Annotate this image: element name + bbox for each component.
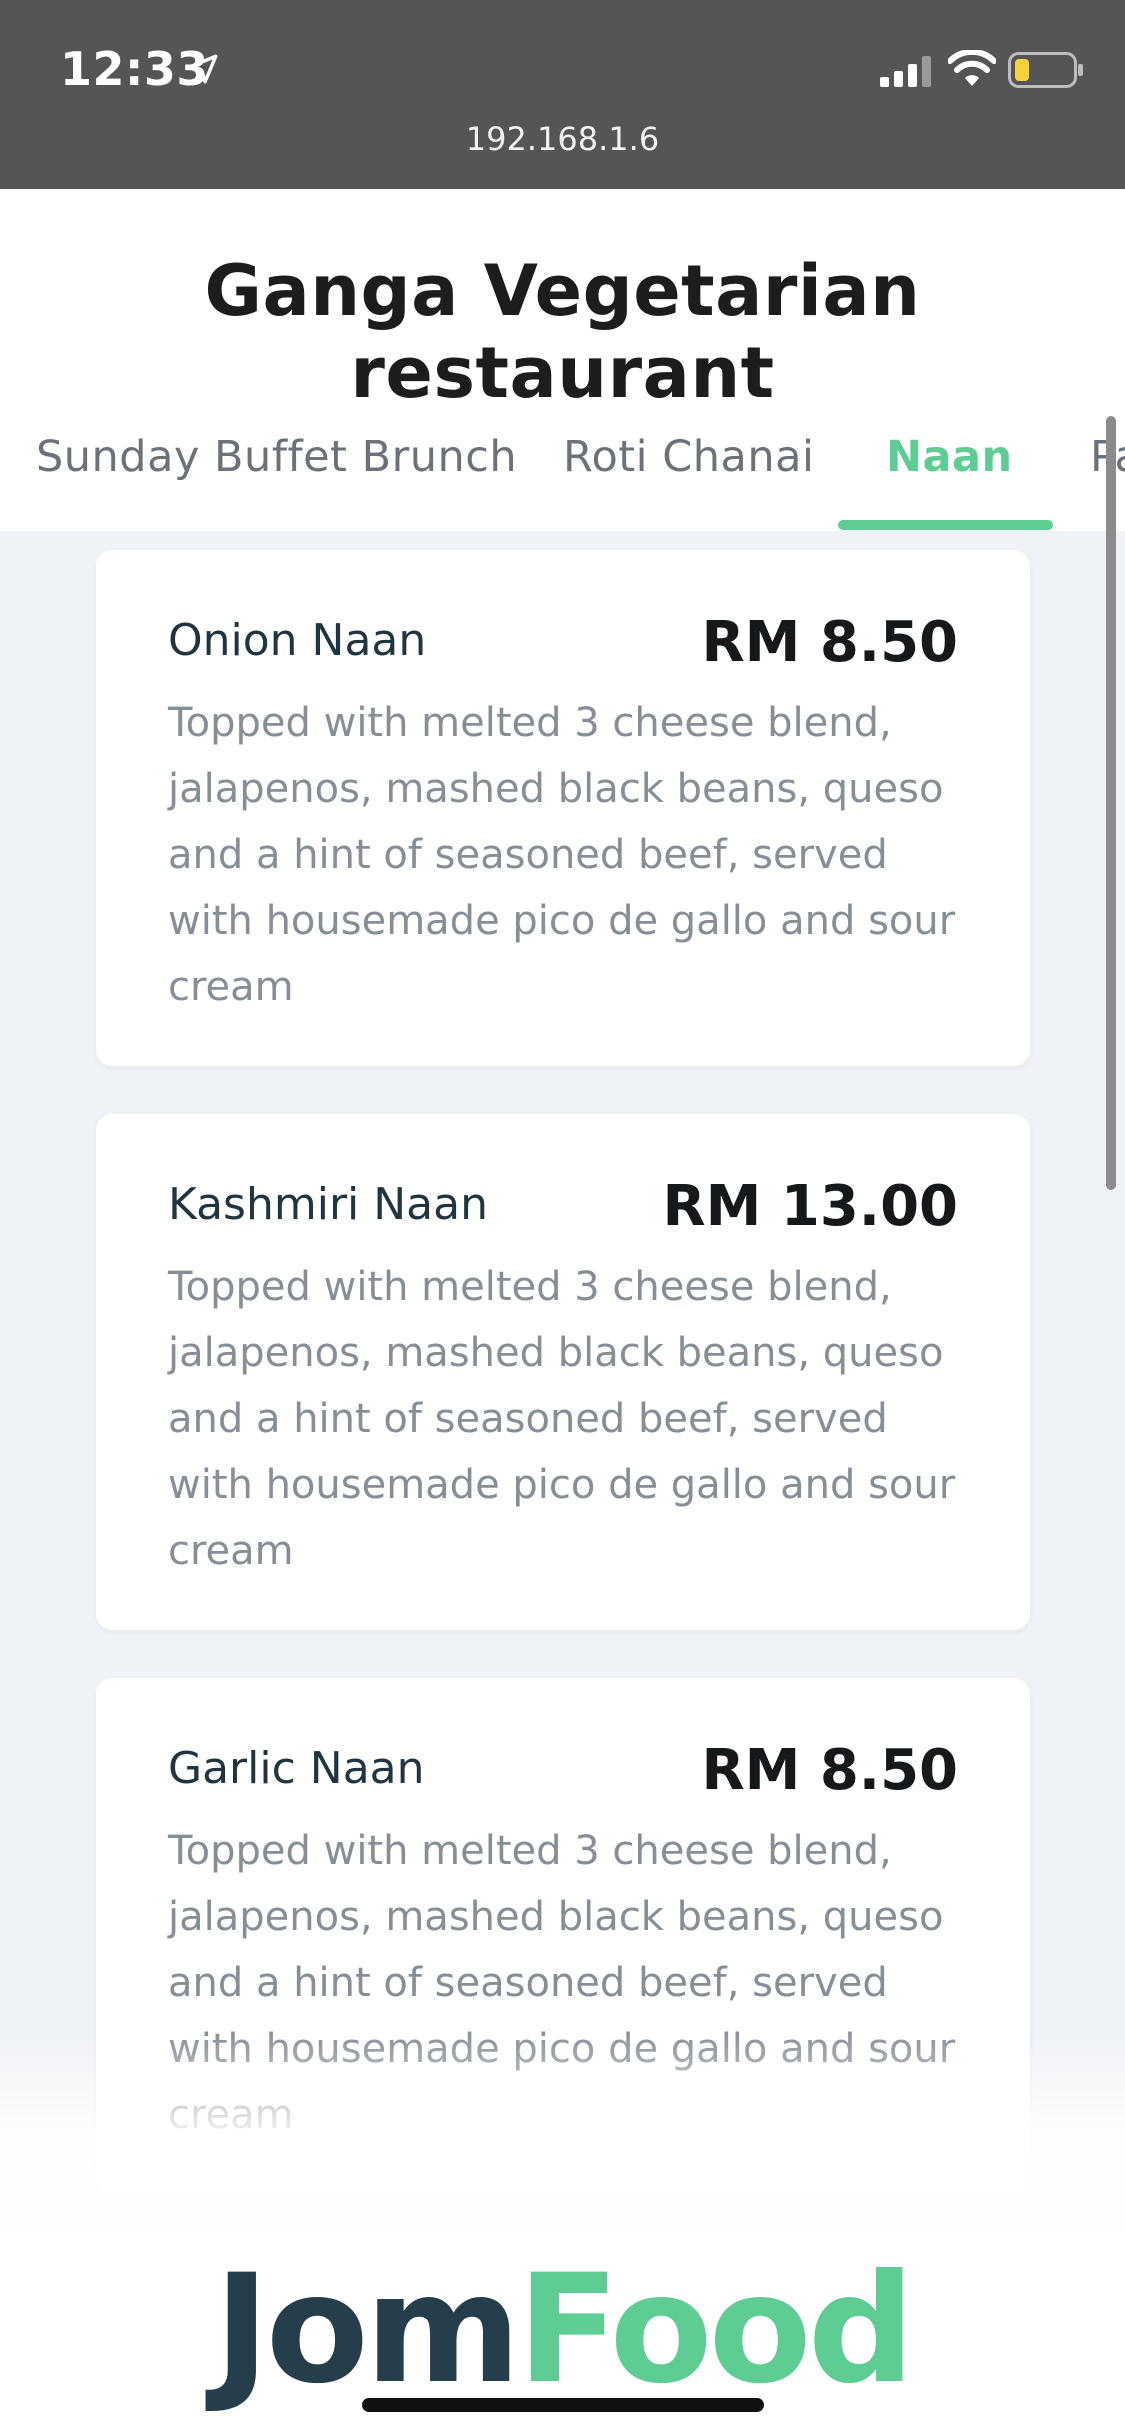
wifi-icon — [948, 50, 996, 86]
scrollbar[interactable] — [1106, 416, 1116, 1190]
location-arrow-icon — [188, 54, 218, 84]
category-tabs: Sunday Buffet Brunch Roti Chanai Naan Pa — [0, 420, 1125, 530]
item-price: RM 13.00 — [662, 1174, 958, 1239]
item-price: RM 8.50 — [701, 610, 958, 675]
item-price: RM 8.50 — [701, 1738, 958, 1803]
item-description: Topped with melted 3 cheese blend, jalap… — [168, 700, 956, 1010]
item-name: Garlic Naan — [168, 1743, 425, 1794]
item-description: Topped with melted 3 cheese blend, jalap… — [168, 1264, 956, 1574]
url-bar[interactable]: 192.168.1.6 — [0, 120, 1125, 158]
tab-roti-chanai[interactable]: Roti Chanai — [563, 432, 814, 482]
active-tab-indicator — [838, 520, 1053, 530]
logo-text-jom: Jom — [213, 2243, 521, 2417]
tab-naan[interactable]: Naan — [886, 432, 1013, 482]
home-indicator[interactable] — [362, 2398, 764, 2412]
tab-sunday-buffet-brunch[interactable]: Sunday Buffet Brunch — [36, 432, 517, 482]
restaurant-title: Ganga Vegetarian restaurant — [204, 250, 921, 414]
item-name: Onion Naan — [168, 615, 427, 666]
menu-item-card[interactable]: Onion Naan RM 8.50 Topped with melted 3 … — [96, 550, 1030, 1066]
logo-text-food: Food — [517, 2243, 915, 2417]
status-bar: 12:33 192.168.1.6 — [0, 0, 1125, 189]
menu-item-card[interactable]: Kashmiri Naan RM 13.00 Topped with melte… — [96, 1114, 1030, 1630]
battery-icon — [1008, 52, 1083, 88]
item-name: Kashmiri Naan — [168, 1179, 488, 1230]
jomfood-logo: JomFood — [0, 2255, 1125, 2405]
cellular-signal-icon — [880, 56, 931, 87]
